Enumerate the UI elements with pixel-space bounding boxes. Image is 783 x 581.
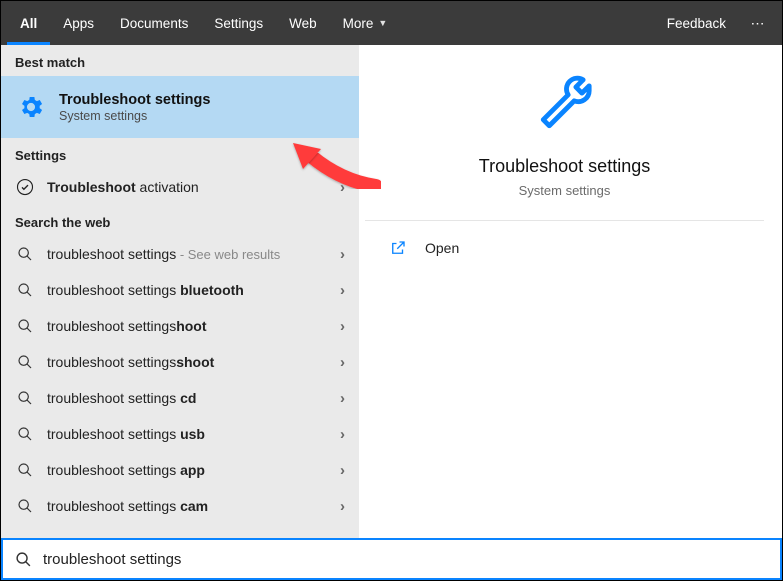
tab-documents[interactable]: Documents (107, 1, 201, 45)
tab-more[interactable]: More▼ (330, 1, 401, 45)
preview-subtitle: System settings (385, 183, 744, 198)
result-best-match[interactable]: Troubleshoot settings System settings (1, 76, 359, 138)
chevron-right-icon: › (340, 179, 345, 196)
open-action[interactable]: Open (359, 221, 782, 275)
open-label: Open (425, 240, 459, 256)
tab-web[interactable]: Web (276, 1, 330, 45)
search-icon (15, 426, 35, 442)
preview-title: Troubleshoot settings (385, 156, 744, 177)
more-options-button[interactable]: ⋯ (740, 15, 776, 32)
wrench-icon (385, 75, 744, 138)
chevron-right-icon: › (340, 462, 345, 479)
results-pane: Best match Troubleshoot settings System … (1, 45, 359, 538)
chevron-right-icon: › (340, 246, 345, 263)
chevron-down-icon: ▼ (378, 18, 387, 28)
open-icon (389, 239, 411, 257)
section-settings: Settings (1, 138, 359, 169)
tab-settings[interactable]: Settings (201, 1, 276, 45)
result-web-4[interactable]: troubleshoot settings cd› (1, 380, 359, 416)
result-web-1[interactable]: troubleshoot settings bluetooth› (1, 272, 359, 308)
filter-tabs: All Apps Documents Settings Web More▼ Fe… (1, 1, 782, 45)
best-match-subtitle: System settings (59, 109, 210, 123)
result-web-3[interactable]: troubleshoot settingsshoot› (1, 344, 359, 380)
tab-apps[interactable]: Apps (50, 1, 107, 45)
feedback-link[interactable]: Feedback (653, 16, 740, 31)
best-match-title: Troubleshoot settings (59, 92, 210, 108)
preview-pane: Troubleshoot settings System settings Op… (359, 45, 782, 538)
result-web-7[interactable]: troubleshoot settings cam› (1, 488, 359, 524)
chevron-right-icon: › (340, 354, 345, 371)
result-web-6[interactable]: troubleshoot settings app› (1, 452, 359, 488)
search-icon (15, 246, 35, 262)
search-icon (15, 498, 35, 514)
search-icon (15, 318, 35, 334)
result-web-2[interactable]: troubleshoot settingshoot› (1, 308, 359, 344)
chevron-right-icon: › (340, 282, 345, 299)
result-web-0[interactable]: troubleshoot settings - See web results› (1, 236, 359, 272)
search-icon (15, 354, 35, 370)
search-bar[interactable] (1, 538, 782, 580)
tab-all[interactable]: All (7, 1, 50, 45)
result-web-5[interactable]: troubleshoot settings usb› (1, 416, 359, 452)
chevron-right-icon: › (340, 426, 345, 443)
search-icon (13, 551, 33, 568)
chevron-right-icon: › (340, 318, 345, 335)
settings-gear-icon (15, 91, 47, 123)
search-icon (15, 462, 35, 478)
section-web: Search the web (1, 205, 359, 236)
checkmark-circle-icon (15, 178, 35, 196)
result-setting-activation[interactable]: Troubleshoot activation › (1, 169, 359, 205)
search-input[interactable] (43, 551, 770, 568)
search-icon (15, 390, 35, 406)
chevron-right-icon: › (340, 498, 345, 515)
chevron-right-icon: › (340, 390, 345, 407)
search-icon (15, 282, 35, 298)
section-best-match: Best match (1, 45, 359, 76)
